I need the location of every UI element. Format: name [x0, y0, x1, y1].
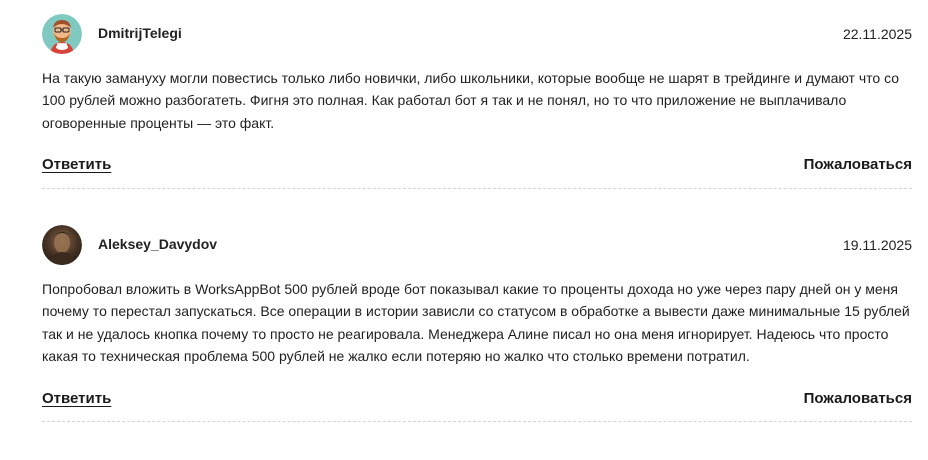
reply-link[interactable]: Ответить: [42, 156, 111, 173]
comment-author: Aleksey_Davydov: [98, 236, 218, 252]
comment-actions: Ответить Пожаловаться: [42, 156, 912, 178]
comment-actions: Ответить Пожаловаться: [42, 390, 912, 412]
comment-date: 19.11.2025: [842, 237, 912, 253]
report-link[interactable]: Пожаловаться: [804, 156, 912, 173]
comment-date: 22.11.2025: [842, 26, 912, 42]
comment-divider: [42, 421, 912, 422]
comment-header: DmitrijTelegi 22.11.2025: [42, 14, 912, 56]
cartoon-avatar-icon[interactable]: [42, 14, 82, 54]
comment-text: Попробовал вложить в WorksAppBot 500 руб…: [42, 281, 910, 365]
comment-text: На такую замануху могли повестись только…: [42, 70, 900, 131]
comment-item: Aleksey_Davydov 19.11.2025 Попробовал вл…: [42, 225, 912, 422]
comment-header: Aleksey_Davydov 19.11.2025: [42, 225, 912, 267]
comment-divider: [42, 188, 912, 189]
reply-link[interactable]: Ответить: [42, 390, 111, 407]
comment-author: DmitrijTelegi: [98, 25, 182, 41]
photo-avatar-icon[interactable]: [42, 225, 82, 265]
comment-item: DmitrijTelegi 22.11.2025 На такую заману…: [42, 14, 912, 189]
report-link[interactable]: Пожаловаться: [804, 390, 912, 407]
